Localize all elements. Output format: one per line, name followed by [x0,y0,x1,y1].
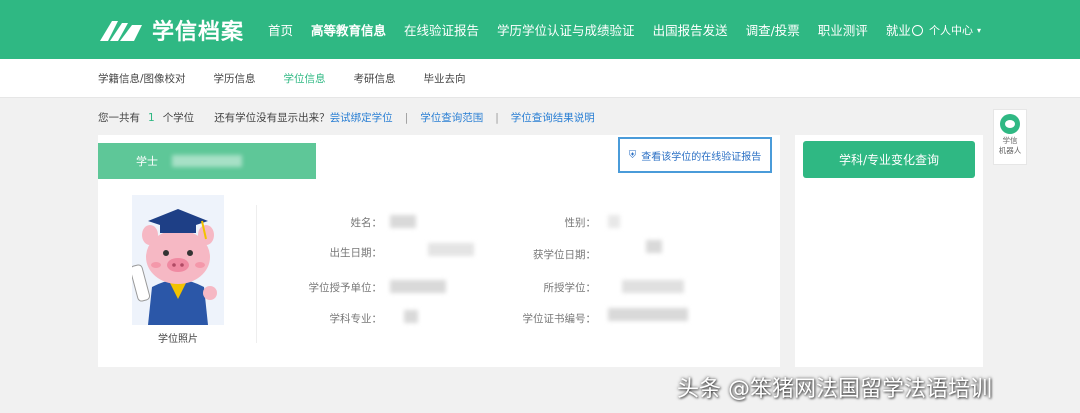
gender-value-redacted [608,215,620,228]
top-nav-bar: 学信档案 首页 高等教育信息 在线验证报告 学历学位认证与成绩验证 出国报告发送… [0,0,1080,59]
count-suffix: 个学位 [162,112,195,124]
nav-certification[interactable]: 学历学位认证与成绩验证 [497,20,635,39]
pig-graduate-cartoon [129,195,224,325]
robot-label-line1: 学信 [1002,136,1018,145]
gender-label: 性别： [564,217,597,229]
main-nav: 首页 高等教育信息 在线验证报告 学历学位认证与成绩验证 出国报告发送 调查/投… [268,0,929,59]
nav-career-test[interactable]: 职业测评 [818,20,868,39]
major-value-redacted [404,310,418,323]
tab-graduate-exam-info[interactable]: 考研信息 [354,71,396,86]
photo-caption: 学位照片 [158,334,198,345]
degree-photo [129,195,224,325]
logo-text: 学信档案 [152,20,245,45]
count-prefix: 您一共有 [98,112,140,124]
tab-enrollment-info[interactable]: 学籍信息/图像校对 [98,71,186,86]
certificate-number-value-redacted [608,308,688,321]
verify-button-label: 查看该学位的在线验证报告 [641,151,762,163]
degree-card: 学士 ⛨ 查看该学位的在线验证报告 学位照片 姓名： 出生日期： 学位授予单位：… [98,135,780,367]
sub-nav-bar: 学籍信息/图像校对 学历信息 学位信息 考研信息 毕业去向 [0,59,1080,98]
degree-title-band: 学士 [98,143,316,179]
degree-date-label: 获学位日期： [533,249,596,261]
user-icon [912,24,923,36]
degree-count: 1 [148,111,155,124]
name-label: 姓名： [350,217,383,229]
birth-date-value-redacted [428,243,474,256]
name-value-redacted [390,215,416,228]
divider [256,205,257,343]
degree-date-value-redacted [646,240,662,253]
missing-degree-question: 还有学位没有显示出来？ [214,112,330,124]
watermark: 头条 @笨猪网法国留学法语培训 [677,377,992,402]
query-result-explanation-link[interactable]: 学位查询结果说明 [511,110,595,125]
side-panel: 学科/专业变化查询 [795,135,983,367]
robot-label-line2: 机器人 [998,146,1022,155]
degree-awarded-label: 所授学位： [543,282,597,294]
granting-unit-value-redacted [390,280,446,293]
nav-home[interactable]: 首页 [268,20,293,39]
tab-degree-info[interactable]: 学位信息 [284,71,326,86]
nav-overseas-report[interactable]: 出国报告发送 [653,20,728,39]
shield-icon: ⛨ [628,149,637,161]
user-center-label: 个人中心 [929,24,973,37]
sub-nav: 学籍信息/图像校对 学历信息 学位信息 考研信息 毕业去向 [98,59,494,97]
user-center-menu[interactable]: 个人中心 ▾ [912,22,981,38]
robot-icon [1000,114,1020,134]
nav-survey[interactable]: 调查/投票 [746,20,800,39]
bind-degree-link[interactable]: 尝试绑定学位 [330,110,393,125]
view-verification-report-button[interactable]: ⛨ 查看该学位的在线验证报告 [618,137,772,173]
major-change-query-button[interactable]: 学科/专业变化查询 [803,141,975,178]
certificate-number-label: 学位证书编号： [522,313,597,325]
degree-label: 学士 [136,155,158,168]
divider: | [495,111,499,124]
degree-awarded-value-redacted [622,280,684,293]
tab-graduation-destination[interactable]: 毕业去向 [424,71,466,86]
book-logo-icon [100,21,142,41]
birth-date-label: 出生日期： [329,247,383,259]
major-label: 学科专业： [329,313,383,325]
divider: | [404,111,409,124]
chevron-down-icon: ▾ [977,25,982,35]
chat-robot-widget[interactable]: 学信 机器人 [993,109,1027,165]
nav-higher-education[interactable]: 高等教育信息 [311,20,386,39]
degree-count-line: 您一共有 1 个学位 还有学位没有显示出来？ 尝试绑定学位 | 学位查询范围 |… [98,110,595,125]
logo[interactable]: 学信档案 [98,14,244,46]
granting-unit-label: 学位授予单位： [308,282,383,294]
nav-online-verification[interactable]: 在线验证报告 [404,20,479,39]
tab-education-info[interactable]: 学历信息 [214,71,256,86]
redacted-degree-name [172,155,242,167]
query-scope-link[interactable]: 学位查询范围 [420,110,483,125]
nav-employment[interactable]: 就业 [886,20,911,39]
